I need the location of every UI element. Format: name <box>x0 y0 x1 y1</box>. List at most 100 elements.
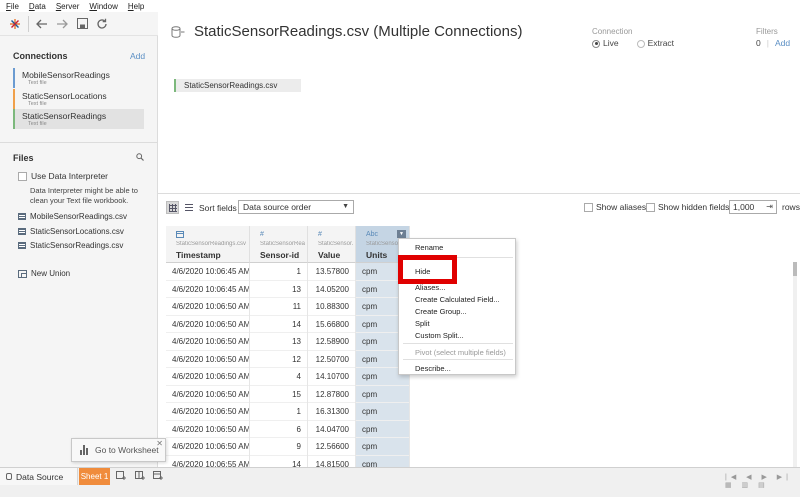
search-icon[interactable] <box>136 153 144 163</box>
table-cell[interactable]: 4/6/2020 10:06:50 AM <box>166 421 249 438</box>
date-type-icon[interactable] <box>176 231 184 240</box>
table-cell[interactable]: 14.05200 <box>308 281 355 298</box>
table-cell[interactable]: 4/6/2020 10:06:50 AM <box>166 298 249 316</box>
menu-item-custom-split[interactable]: Custom Split... <box>415 331 464 340</box>
scrollbar-thumb[interactable] <box>793 262 797 276</box>
table-cell[interactable]: 1 <box>250 403 307 421</box>
table-cell[interactable]: 14.04700 <box>308 421 355 438</box>
connection-item[interactable]: MobileSensorReadings Text file <box>13 68 144 88</box>
table-cell[interactable]: 13 <box>250 333 307 351</box>
menu-window[interactable]: Window <box>89 2 117 11</box>
column-header[interactable]: # StaticSensorRead... Sensor-id <box>250 226 308 263</box>
table-cell[interactable]: 4 <box>250 368 307 386</box>
table-cell[interactable]: 13 <box>250 281 307 298</box>
table-cell[interactable]: 12 <box>250 351 307 368</box>
menu-data[interactable]: Data <box>29 2 46 11</box>
datasource-title[interactable]: StaticSensorReadings.csv (Multiple Conne… <box>194 23 522 40</box>
list-view-button[interactable] <box>182 201 195 214</box>
file-item[interactable]: StaticSensorReadings.csv <box>18 241 123 250</box>
table-cell[interactable]: 4/6/2020 10:06:45 AM <box>166 281 249 298</box>
add-filter-link[interactable]: Add <box>775 38 790 48</box>
refresh-icon[interactable] <box>95 17 109 31</box>
live-option[interactable]: Live <box>592 38 619 48</box>
table-cell[interactable]: 10.88300 <box>308 298 355 316</box>
table-cell[interactable]: 4/6/2020 10:06:50 AM <box>166 316 249 333</box>
tab-data-source[interactable]: Data Source <box>0 468 78 485</box>
table-cell[interactable]: 4/6/2020 10:06:50 AM <box>166 403 249 421</box>
table-cell[interactable]: 4/6/2020 10:06:50 AM <box>166 386 249 403</box>
table-cell[interactable]: 16.31300 <box>308 403 355 421</box>
menu-item-create-calculated-field[interactable]: Create Calculated Field... <box>415 295 500 304</box>
sort-fields-select[interactable]: Data source order ▼ <box>238 200 354 214</box>
table-cell[interactable]: cpm <box>356 438 409 456</box>
show-aliases-checkbox[interactable] <box>584 202 593 212</box>
file-item[interactable]: StaticSensorLocations.csv <box>18 227 124 236</box>
new-story-icon[interactable] <box>152 470 164 482</box>
table-cell[interactable]: 14.10700 <box>308 368 355 386</box>
table-cell[interactable]: 4/6/2020 10:06:50 AM <box>166 368 249 386</box>
column-header[interactable]: StaticSensorReadings.csv Timestamp <box>166 226 250 263</box>
table-pill[interactable]: StaticSensorReadings.csv <box>174 79 301 92</box>
new-union-item[interactable]: New Union <box>18 269 70 278</box>
table-cell[interactable]: cpm <box>356 386 409 403</box>
menu-item-aliases[interactable]: Aliases... <box>415 283 445 292</box>
rows-input[interactable]: 1,000 ⇥ <box>729 200 777 214</box>
go-arrow-icon[interactable]: ⇥ <box>766 201 773 213</box>
table-cell[interactable]: 14 <box>250 316 307 333</box>
forward-arrow-icon[interactable] <box>55 17 69 31</box>
table-cell[interactable]: 4/6/2020 10:06:50 AM <box>166 333 249 351</box>
string-type-icon[interactable]: Abc <box>366 231 378 238</box>
show-hidden-checkbox[interactable] <box>646 202 655 212</box>
table-cell[interactable]: 4/6/2020 10:06:45 AM <box>166 263 249 281</box>
tab-sheet-1[interactable]: Sheet 1 <box>79 468 110 485</box>
table-cell[interactable]: 13.57800 <box>308 263 355 281</box>
menu-item-rename[interactable]: Rename <box>415 243 443 252</box>
extract-option[interactable]: Extract <box>636 38 674 48</box>
menu-item-create-group[interactable]: Create Group... <box>415 307 467 316</box>
connection-item[interactable]: StaticSensorLocations Text file <box>13 89 144 109</box>
close-icon[interactable]: ✕ <box>156 439 163 448</box>
table-cell[interactable]: 12.87800 <box>308 386 355 403</box>
vertical-scrollbar[interactable] <box>793 262 797 467</box>
connection-item-selected[interactable]: StaticSensorReadings Text file <box>13 109 144 129</box>
number-type-icon[interactable]: # <box>260 231 264 238</box>
table-cell[interactable]: 9 <box>250 438 307 456</box>
extract-radio[interactable] <box>636 39 645 48</box>
table-cell[interactable]: 15 <box>250 386 307 403</box>
table-cell[interactable]: 15.66800 <box>308 316 355 333</box>
table-cell[interactable]: 4/6/2020 10:06:50 AM <box>166 351 249 368</box>
data-interpreter-checkbox[interactable] <box>18 171 27 181</box>
table-cell[interactable]: 1 <box>250 263 307 281</box>
file-item[interactable]: MobileSensorReadings.csv <box>18 212 127 221</box>
tableau-logo-icon[interactable] <box>8 17 22 31</box>
menu-file[interactable]: File <box>6 2 19 11</box>
new-worksheet-icon[interactable] <box>115 470 127 482</box>
data-interpreter-option[interactable]: Use Data Interpreter <box>18 171 108 181</box>
tab-navigation-arrows[interactable]: |◀ ◀ ▶ ▶| ▦ ▥ ▤ <box>725 473 800 489</box>
column-value: # StaticSensor... Value 13.57800 14.05200… <box>308 226 356 473</box>
menu-help[interactable]: Help <box>128 2 144 11</box>
column-header[interactable]: # StaticSensor... Value <box>308 226 356 263</box>
menu-item-describe[interactable]: Describe... <box>415 364 451 373</box>
live-radio[interactable] <box>592 39 600 48</box>
menu-item-split[interactable]: Split <box>415 319 430 328</box>
back-arrow-icon[interactable] <box>35 17 49 31</box>
table-cell[interactable]: 4/6/2020 10:06:50 AM <box>166 438 249 456</box>
go-to-worksheet-popup[interactable]: Go to Worksheet ✕ <box>71 438 166 462</box>
table-cell[interactable]: 6 <box>250 421 307 438</box>
table-cell[interactable]: 11 <box>250 298 307 316</box>
table-cell[interactable]: 12.58900 <box>308 333 355 351</box>
grid-view-button[interactable] <box>166 201 179 214</box>
save-icon[interactable] <box>75 17 89 31</box>
table-cell[interactable]: 12.50700 <box>308 351 355 368</box>
add-connection-link[interactable]: Add <box>130 51 145 61</box>
table-cell[interactable]: 12.56600 <box>308 438 355 456</box>
column-menu-dropdown-icon[interactable]: ▼ <box>397 230 406 238</box>
menu-server[interactable]: Server <box>56 2 80 11</box>
new-dashboard-icon[interactable] <box>134 470 146 482</box>
show-hidden-option[interactable]: Show hidden fields <box>646 202 729 212</box>
show-aliases-option[interactable]: Show aliases <box>584 202 646 212</box>
number-type-icon[interactable]: # <box>318 231 322 238</box>
table-cell[interactable]: cpm <box>356 421 409 438</box>
table-cell[interactable]: cpm <box>356 403 409 421</box>
